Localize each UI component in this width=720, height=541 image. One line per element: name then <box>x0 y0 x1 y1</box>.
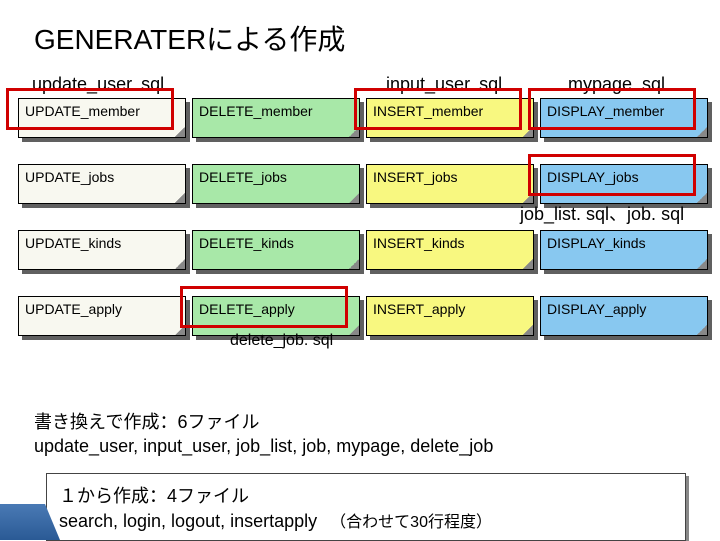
mid-label-joblist: job_list. sql、job. sql <box>520 200 684 226</box>
summary-block-1: 書き換えで作成：6ファイル update_user, input_user, j… <box>34 410 708 459</box>
grid-cell: UPDATE_apply <box>18 296 186 356</box>
summary1-line2: update_user, input_user, job_list, job, … <box>34 434 708 458</box>
sql-note: INSERT_kinds <box>366 230 534 270</box>
sql-note: INSERT_jobs <box>366 164 534 204</box>
summary2-line2: search, login, logout, insertapply <box>59 511 317 531</box>
summary1-line1: 書き換えで作成：6ファイル <box>34 410 708 434</box>
summary2-line1: １から作成：4ファイル <box>59 482 673 508</box>
summary2-note: （合わせて30行程度） <box>330 514 492 531</box>
sql-note: DISPLAY_kinds <box>540 230 708 270</box>
sql-note: DISPLAY_apply <box>540 296 708 336</box>
label-delete-job: delete_job. sql <box>230 332 333 350</box>
grid-cell: UPDATE_kinds <box>18 230 186 290</box>
sql-note: DISPLAY_jobs <box>540 164 708 204</box>
summary-block-2: １から作成：4ファイル search, login, logout, inser… <box>46 473 686 541</box>
grid-cell: DELETE_member <box>192 98 360 158</box>
col-label-input: input_user. sql <box>386 74 502 95</box>
grid-cell: INSERT_member <box>366 98 534 158</box>
grid-cell: DELETE_kinds <box>192 230 360 290</box>
grid-cell: DELETE_jobs <box>192 164 360 224</box>
grid-cell: INSERT_kinds <box>366 230 534 290</box>
col-label-mypage: mypage. sql <box>568 74 665 95</box>
sql-note: INSERT_member <box>366 98 534 138</box>
sql-note: DELETE_member <box>192 98 360 138</box>
sql-note: DELETE_jobs <box>192 164 360 204</box>
grid-cell: DISPLAY_kinds <box>540 230 708 290</box>
grid-cell: DISPLAY_member <box>540 98 708 158</box>
sql-grid: UPDATE_memberDELETE_memberINSERT_memberD… <box>18 98 708 356</box>
grid-cell: DISPLAY_apply <box>540 296 708 356</box>
sql-note: UPDATE_jobs <box>18 164 186 204</box>
sql-note: UPDATE_apply <box>18 296 186 336</box>
sql-note: UPDATE_member <box>18 98 186 138</box>
grid-cell: UPDATE_jobs <box>18 164 186 224</box>
col-label-update: update_user. sql <box>32 74 164 95</box>
sql-note: DISPLAY_member <box>540 98 708 138</box>
sql-note: DELETE_apply <box>192 296 360 336</box>
sql-note: INSERT_apply <box>366 296 534 336</box>
sql-note: DELETE_kinds <box>192 230 360 270</box>
slide-title: GENERATERによる作成 <box>34 18 708 58</box>
grid-cell: UPDATE_member <box>18 98 186 158</box>
grid-cell: INSERT_jobs <box>366 164 534 224</box>
grid-cell: INSERT_apply <box>366 296 534 356</box>
sql-note: UPDATE_kinds <box>18 230 186 270</box>
